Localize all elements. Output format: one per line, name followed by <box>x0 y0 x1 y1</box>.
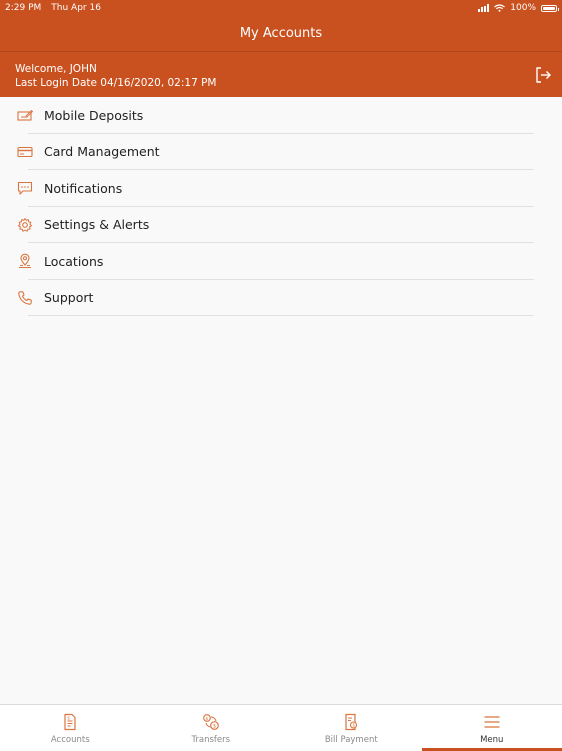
svg-text:$: $ <box>205 716 208 722</box>
signal-icon <box>478 4 489 12</box>
card-icon <box>17 144 33 160</box>
menu-item-mobile-deposits[interactable]: Mobile Deposits <box>0 97 562 134</box>
location-pin-icon <box>17 253 33 269</box>
menu-item-locations[interactable]: Locations <box>0 243 562 280</box>
last-login-date: Last Login Date 04/16/2020, 02:17 PM <box>15 77 217 89</box>
divider <box>28 315 534 316</box>
logout-icon[interactable] <box>534 66 552 84</box>
menu-item-card-management[interactable]: Card Management <box>0 134 562 171</box>
menu-item-label: Locations <box>44 254 103 269</box>
menu-item-label: Card Management <box>44 144 160 159</box>
phone-icon <box>17 290 33 306</box>
tab-bill-payment[interactable]: $ Bill Payment <box>281 705 422 751</box>
nav-bar: My Accounts <box>0 16 562 52</box>
bill-icon: $ <box>342 713 360 731</box>
menu-item-support[interactable]: Support <box>0 280 562 317</box>
transfer-icon: $ $ <box>202 713 220 731</box>
menu-item-label: Notifications <box>44 181 122 196</box>
menu-item-label: Settings & Alerts <box>44 217 149 232</box>
welcome-greeting: Welcome, JOHN <box>15 63 97 75</box>
tab-menu[interactable]: Menu <box>422 705 562 751</box>
battery-percent: 100% <box>510 3 536 13</box>
status-date: Thu Apr 16 <box>51 3 101 13</box>
tab-label: Bill Payment <box>325 735 378 745</box>
menu-list: Mobile Deposits Card Management Notifica… <box>0 97 562 316</box>
svg-text:$: $ <box>68 716 71 722</box>
status-time: 2:29 PM <box>5 3 41 13</box>
check-deposit-icon <box>17 107 33 123</box>
welcome-header: Welcome, JOHN Last Login Date 04/16/2020… <box>0 52 562 97</box>
gear-icon <box>17 217 33 233</box>
tab-label: Menu <box>480 735 503 745</box>
menu-item-notifications[interactable]: Notifications <box>0 170 562 207</box>
tab-label: Accounts <box>51 735 90 745</box>
status-bar: 2:29 PM Thu Apr 16 100% <box>0 0 562 16</box>
tab-accounts[interactable]: $ Accounts <box>0 705 141 751</box>
hamburger-icon <box>483 713 501 731</box>
svg-text:$: $ <box>213 724 216 730</box>
menu-item-label: Mobile Deposits <box>44 108 143 123</box>
chat-bubble-icon <box>17 180 33 196</box>
battery-icon <box>541 5 557 12</box>
tab-transfers[interactable]: $ $ Transfers <box>141 705 282 751</box>
menu-item-label: Support <box>44 290 93 305</box>
svg-text:$: $ <box>352 723 355 729</box>
wifi-icon <box>494 4 505 12</box>
tab-bar: $ Accounts $ $ Transfers $ Bill Payment … <box>0 704 562 751</box>
document-icon: $ <box>61 713 79 731</box>
menu-item-settings-alerts[interactable]: Settings & Alerts <box>0 207 562 244</box>
tab-label: Transfers <box>191 735 230 745</box>
page-title: My Accounts <box>240 26 322 41</box>
